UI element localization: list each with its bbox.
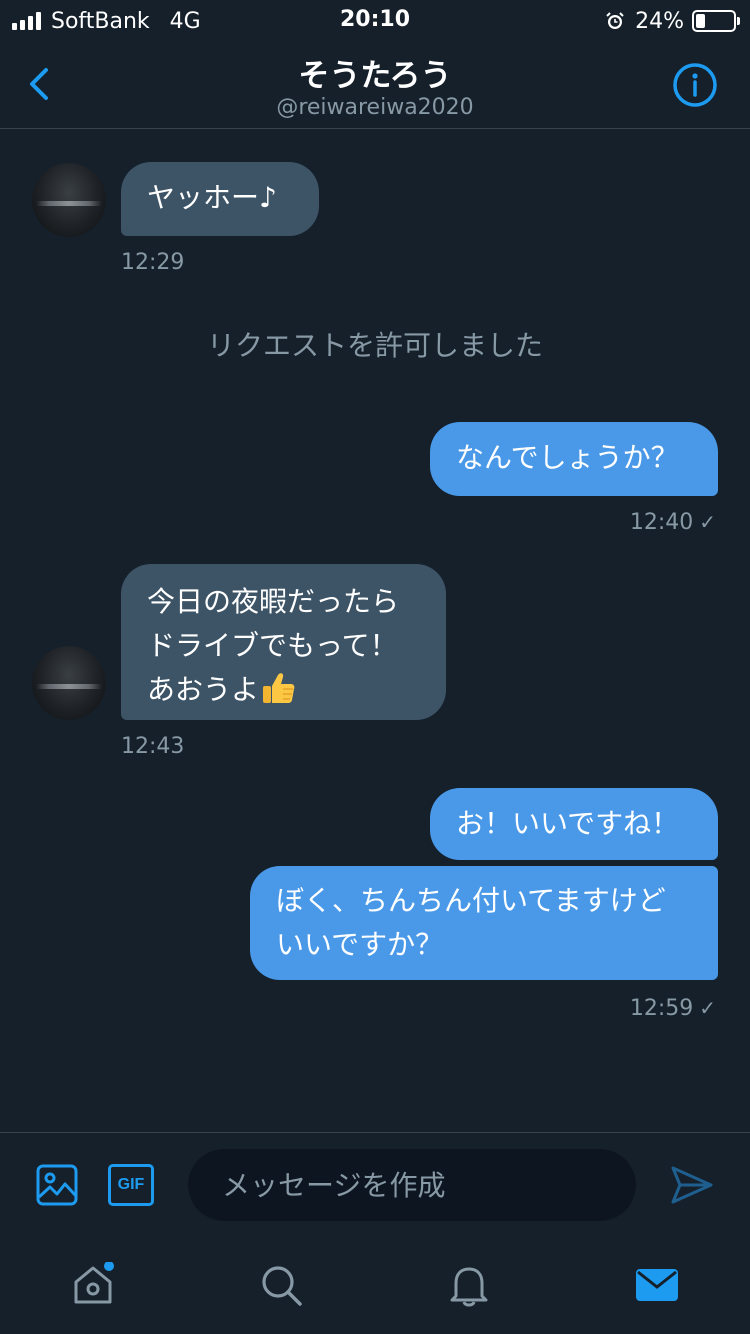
home-icon[interactable] bbox=[70, 1262, 116, 1308]
gif-label: GIF bbox=[117, 1176, 145, 1193]
message-input[interactable] bbox=[188, 1149, 636, 1221]
battery-level bbox=[696, 14, 705, 28]
sent-message-bubble[interactable]: お！いいですね！ bbox=[430, 788, 718, 860]
read-check-icon: ✓ bbox=[699, 996, 716, 1020]
image-icon[interactable] bbox=[36, 1164, 78, 1206]
message-timestamp: 12:59 ✓ bbox=[630, 996, 716, 1021]
sent-message-bubble[interactable]: ぼく、ちんちん付いてますけど いいですか？ bbox=[250, 866, 718, 980]
page-title: そうたろう bbox=[298, 58, 452, 94]
messages-icon[interactable] bbox=[634, 1262, 680, 1308]
message-text: あおうよ bbox=[147, 673, 260, 706]
user-handle[interactable]: @reiwareiwa2020 bbox=[0, 95, 750, 120]
status-bar: SoftBank 4G 20:10 24% bbox=[0, 0, 750, 40]
search-icon[interactable] bbox=[258, 1262, 304, 1308]
received-message-bubble[interactable]: 今日の夜暇だったら ドライブでもって！ あおうよ bbox=[121, 564, 446, 720]
sent-message-bubble[interactable]: なんでしょうか？ bbox=[430, 422, 718, 496]
battery-icon bbox=[692, 10, 740, 32]
timestamp-text: 12:40 bbox=[629, 510, 694, 535]
thumbs-up-icon bbox=[263, 673, 295, 703]
message-line: いいですか？ bbox=[276, 928, 444, 961]
alarm-icon bbox=[606, 12, 624, 29]
gif-icon[interactable]: GIF bbox=[108, 1164, 154, 1206]
info-icon[interactable] bbox=[672, 62, 718, 108]
message-text: なんでしょうか？ bbox=[456, 441, 679, 474]
status-right: 24% bbox=[605, 8, 740, 34]
message-text: ヤッホー♪ bbox=[147, 181, 277, 214]
dm-screen: SoftBank 4G 20:10 24% そうたろう @reiwareiwa2… bbox=[0, 0, 750, 1334]
received-message-bubble[interactable]: ヤッホー♪ bbox=[121, 162, 319, 236]
message-line-3: あおうよ bbox=[147, 668, 420, 712]
message-timestamp: 12:29 bbox=[121, 250, 185, 275]
system-notice: リクエストを許可しました bbox=[206, 329, 543, 362]
conversation-header: そうたろう @reiwareiwa2020 bbox=[0, 40, 750, 129]
timestamp-text: 12:59 bbox=[629, 996, 694, 1021]
message-text: お！いいですね！ bbox=[456, 807, 680, 840]
message-timestamp: 12:43 bbox=[121, 734, 185, 759]
notifications-icon[interactable] bbox=[446, 1262, 492, 1308]
message-line: 今日の夜暇だったら bbox=[147, 585, 400, 618]
avatar[interactable] bbox=[32, 163, 106, 237]
send-icon[interactable] bbox=[670, 1165, 714, 1205]
battery-percent: 24% bbox=[635, 8, 684, 34]
message-timestamp: 12:40 ✓ bbox=[630, 510, 716, 535]
message-composer: GIF bbox=[0, 1132, 750, 1236]
read-check-icon: ✓ bbox=[699, 510, 716, 534]
message-line: ドライブでもって！ bbox=[147, 629, 398, 662]
avatar[interactable] bbox=[32, 646, 106, 720]
bottom-tab-bar bbox=[0, 1236, 750, 1334]
message-line: ぼく、ちんちん付いてますけど bbox=[276, 884, 666, 917]
